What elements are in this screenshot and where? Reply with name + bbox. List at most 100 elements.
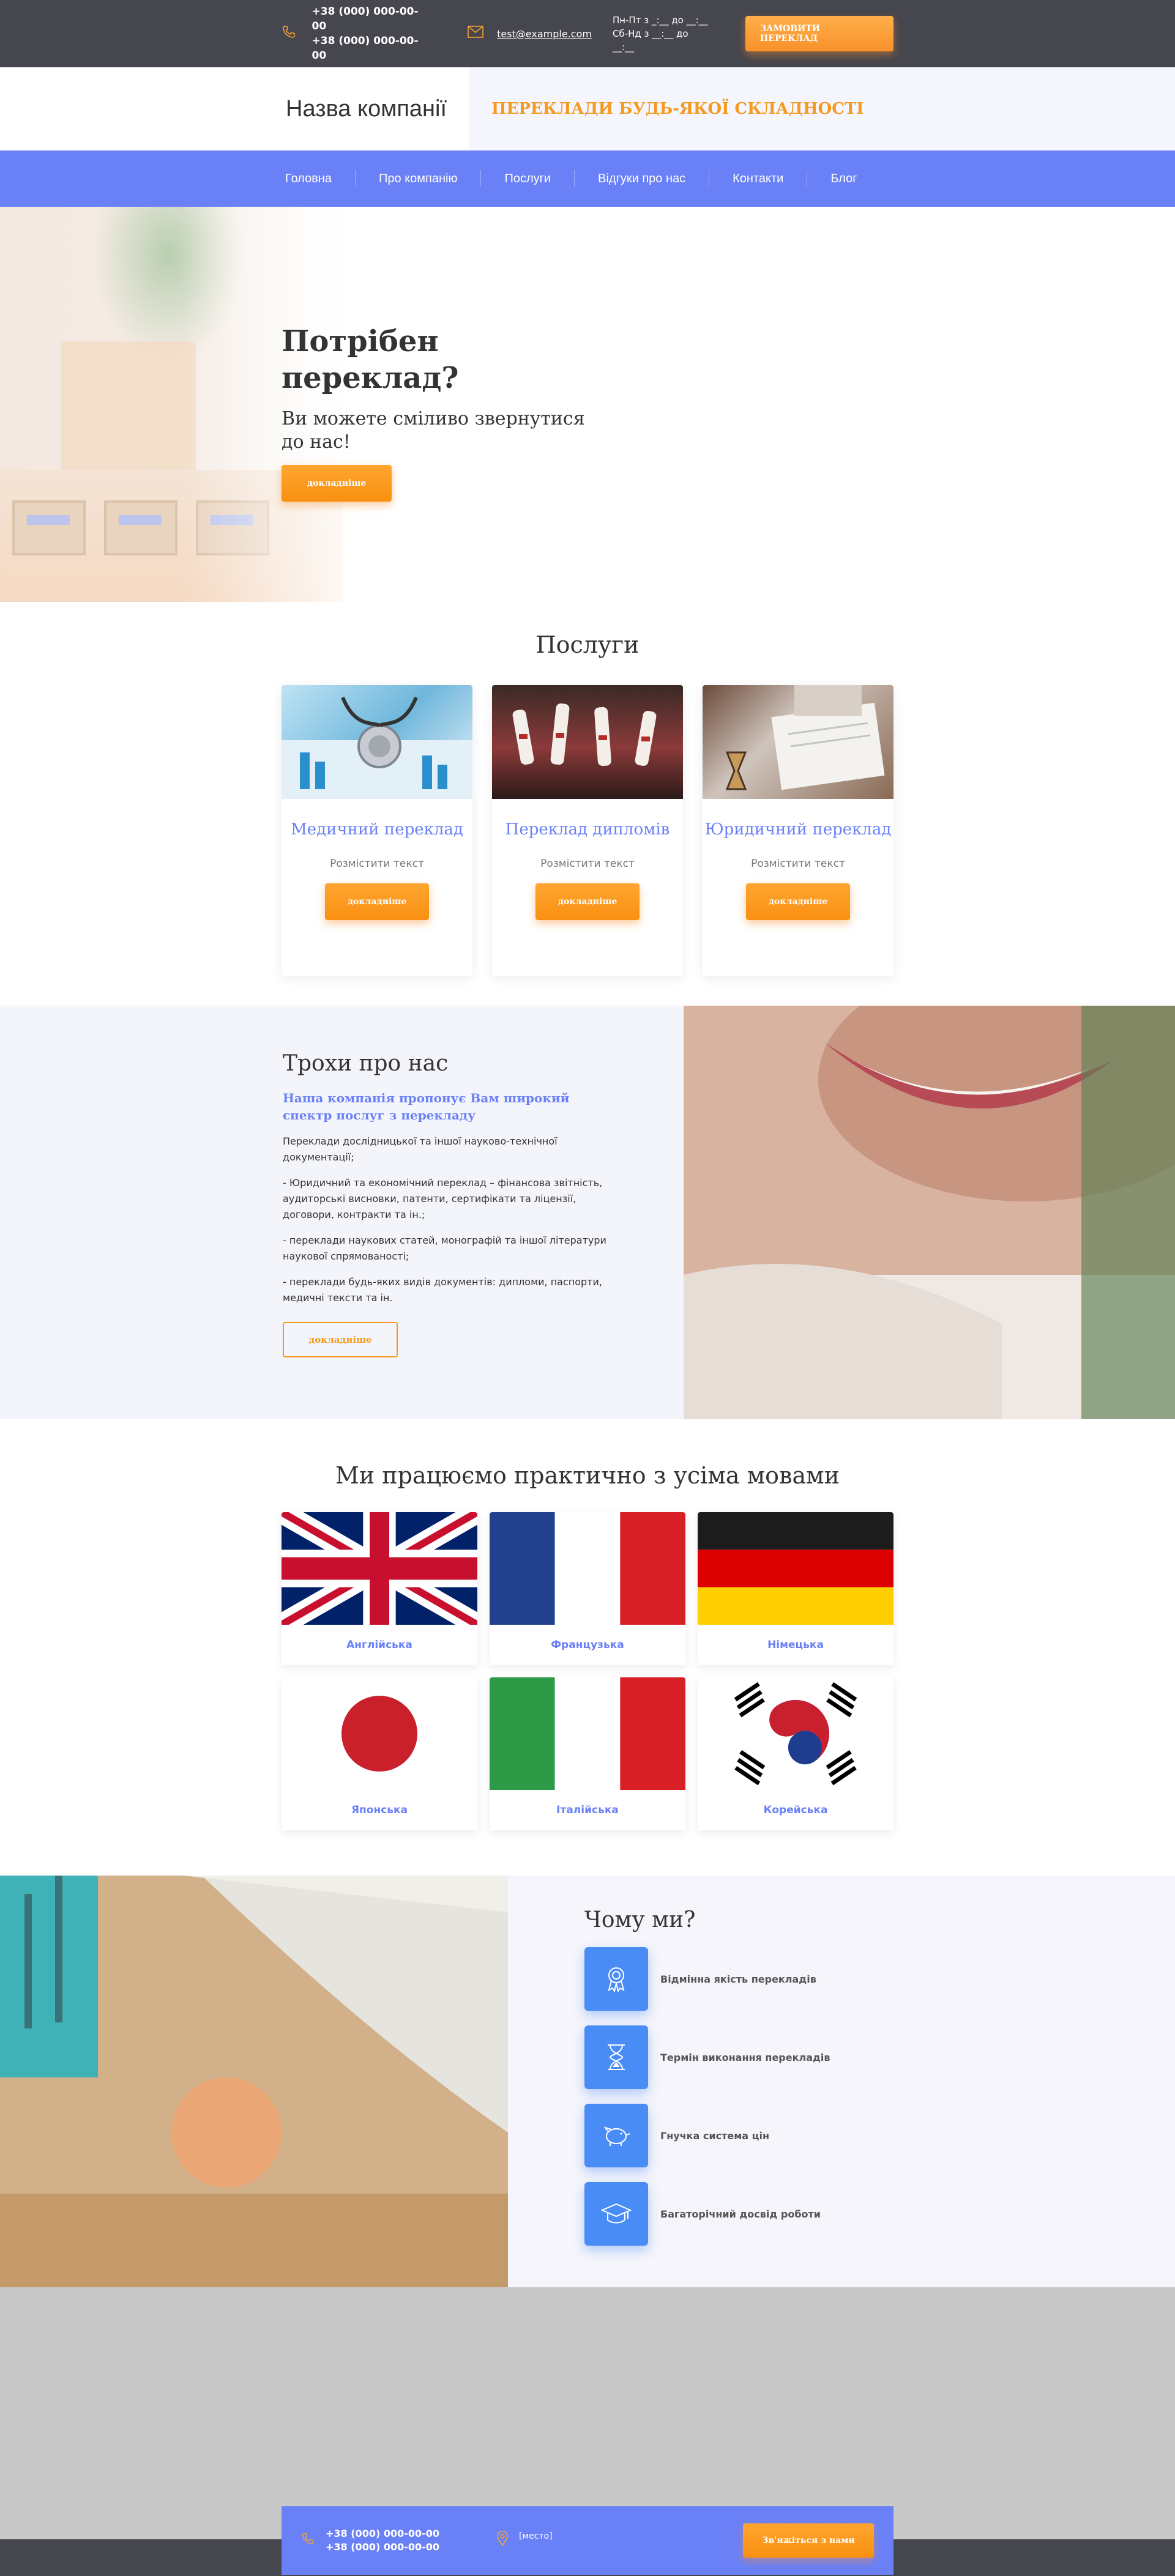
nav-item-contacts[interactable]: Контакти [709,170,807,187]
why-item-label: Відмінна якість перекладів [660,1973,816,1985]
why-item-label: Гнучка система цін [660,2129,770,2142]
korea-flag-icon [698,1677,893,1790]
language-label: Корейська [763,1804,828,1816]
service-card-legal: Юридичний переклад Розмістити текст докл… [703,685,893,976]
working-hours: Пн-Пт з _:__ до __:__ Сб-Нд з __:__ до _… [613,13,711,54]
language-label: Французька [551,1639,624,1651]
footer-address: [место] [497,2531,553,2550]
hero-title: Потрібен переклад? [282,324,459,395]
envelope-icon [468,26,483,42]
hero-pot-image [61,341,196,476]
language-card-japanese[interactable]: Японська [282,1677,477,1830]
why-item-prices: Гнучка система цін [584,2104,890,2167]
contact-bar: +38 (000) 000-00-00 +38 (000) 000-00-00 … [282,2506,893,2575]
france-flag-icon [490,1512,685,1625]
hero-subtitle: Ви можете сміливо звернутися до нас! [282,408,585,453]
uk-flag-icon [282,1512,477,1625]
hero-box-image [104,500,177,555]
hero-box-image [12,500,86,555]
hours-weekend: Сб-Нд з __:__ до __:__ [612,28,688,53]
graduation-cap-icon [584,2182,648,2246]
services-title: Послуги [535,631,640,658]
desk-image [0,1876,508,2287]
why-item-deadline: Термін виконання перекладів [584,2025,890,2089]
about-paragraph: - переклади будь-яких видів документів: … [283,1276,602,1304]
legal-image [703,685,893,799]
about-section: Трохи про нас Наша компанія пропонує Вам… [0,1006,1175,1419]
email-link[interactable]: test@example.com [497,28,592,40]
why-item-quality: Відмінна якість перекладів [584,1947,890,2011]
italy-flag-icon [490,1677,685,1790]
service-card-medical: Медичний переклад Розмістити текст докла… [282,685,472,976]
about-subtitle: Наша компанія пропонує Вам широкий спект… [283,1091,570,1123]
diplomas-image [492,685,683,799]
hours-weekdays: Пн-Пт з _:__ до __:__ [612,15,708,26]
service-more-button[interactable]: докладніше [325,883,429,920]
germany-flag-icon [698,1512,893,1625]
service-card-text: Розмістити текст [540,858,635,870]
phone-icon [282,24,300,43]
slogan: ПЕРЕКЛАДИ БУДЬ-ЯКОЇ СКЛАДНОСТІ [491,100,864,118]
language-label: Англійська [346,1639,412,1651]
service-more-button[interactable]: докладніше [535,883,640,920]
languages-title: Ми працюємо практично з усіма мовами [335,1462,840,1489]
why-item-experience: Багаторічний досвід роботи [584,2182,890,2246]
japan-flag-icon [282,1677,477,1790]
why-item-label: Термін виконання перекладів [660,2051,830,2063]
footer-phone-1[interactable]: +38 (000) 000-00-00 [326,2527,439,2541]
phone-icon [301,2532,315,2549]
service-card-diplomas: Переклад дипломів Розмістити текст докла… [492,685,683,976]
about-paragraph: - Юридичний та економічний переклад – фі… [283,1177,603,1220]
language-label: Італійська [556,1804,619,1816]
address-text: [место] [519,2531,553,2541]
order-translation-button[interactable]: ЗАМОВИТИ ПЕРЕКЛАД [745,16,893,51]
brand-bar: Назва компанії ПЕРЕКЛАДИ БУДЬ-ЯКОЇ СКЛАД… [0,67,1175,150]
nav-item-services[interactable]: Послуги [480,170,574,187]
language-label: Німецька [767,1639,824,1651]
nav-item-about[interactable]: Про компанію [355,170,480,187]
service-card-title: Медичний переклад [291,820,463,839]
location-pin-icon [497,2531,508,2550]
piggy-bank-icon [584,2104,648,2167]
phone-number-1[interactable]: +38 (000) 000-00-00 [312,4,431,34]
service-card-title: Переклад дипломів [505,820,670,839]
about-paragraph: - переклади наукових статей, монографій … [283,1234,606,1262]
nav-item-reviews[interactable]: Відгуки про нас [574,170,709,187]
hourglass-icon [584,2025,648,2089]
footer-phones: +38 (000) 000-00-00 +38 (000) 000-00-00 [301,2527,439,2554]
service-card-text: Розмістити текст [330,858,424,870]
hero-section: Потрібен переклад? Ви можете сміливо зве… [0,207,1175,602]
language-card-german[interactable]: Німецька [698,1512,893,1665]
why-us-section: Чому ми? Відмінна якість перекладів Терм… [0,1876,1175,2287]
about-more-button[interactable]: докладніше [283,1322,398,1357]
nav-item-home[interactable]: Головна [282,170,355,187]
language-card-french[interactable]: Французька [490,1512,685,1665]
top-bar: +38 (000) 000-00-00 +38 (000) 000-00-00 … [0,0,1175,67]
language-card-english[interactable]: Англійська [282,1512,477,1665]
award-medal-icon [584,1947,648,2011]
footer-phone-2[interactable]: +38 (000) 000-00-00 [326,2541,439,2554]
map-placeholder [0,2287,1175,2539]
hero-more-button[interactable]: докладніше [282,465,392,502]
medical-image [282,685,472,799]
company-name[interactable]: Назва компанії [286,96,469,122]
main-nav: Головна Про компанію Послуги Відгуки про… [0,150,1175,207]
language-card-italian[interactable]: Італійська [490,1677,685,1830]
language-label: Японська [351,1804,408,1816]
why-item-label: Багаторічний досвід роботи [660,2208,821,2220]
nav-item-blog[interactable]: Блог [807,170,880,187]
header-email: test@example.com [468,26,592,42]
languages-section: Ми працюємо практично з усіма мовами Анг… [0,1419,1175,1876]
service-more-button[interactable]: докладніше [746,883,850,920]
about-title: Трохи про нас [283,1051,449,1076]
header-phones: +38 (000) 000-00-00 +38 (000) 000-00-00 [282,4,431,63]
phone-number-2[interactable]: +38 (000) 000-00-00 [312,34,431,63]
why-title: Чому ми? [584,1907,696,1932]
services-section: Послуги Медичний переклад Розмістити тек… [0,602,1175,1006]
language-card-korean[interactable]: Корейська [698,1677,893,1830]
service-card-text: Розмістити текст [751,858,845,870]
service-card-title: Юридичний переклад [704,820,892,839]
contact-us-button[interactable]: Зв'яжіться з нами [743,2523,874,2558]
smiling-woman-image [684,1006,1175,1419]
about-paragraph: Переклади дослідницької та іншої науково… [283,1135,558,1163]
